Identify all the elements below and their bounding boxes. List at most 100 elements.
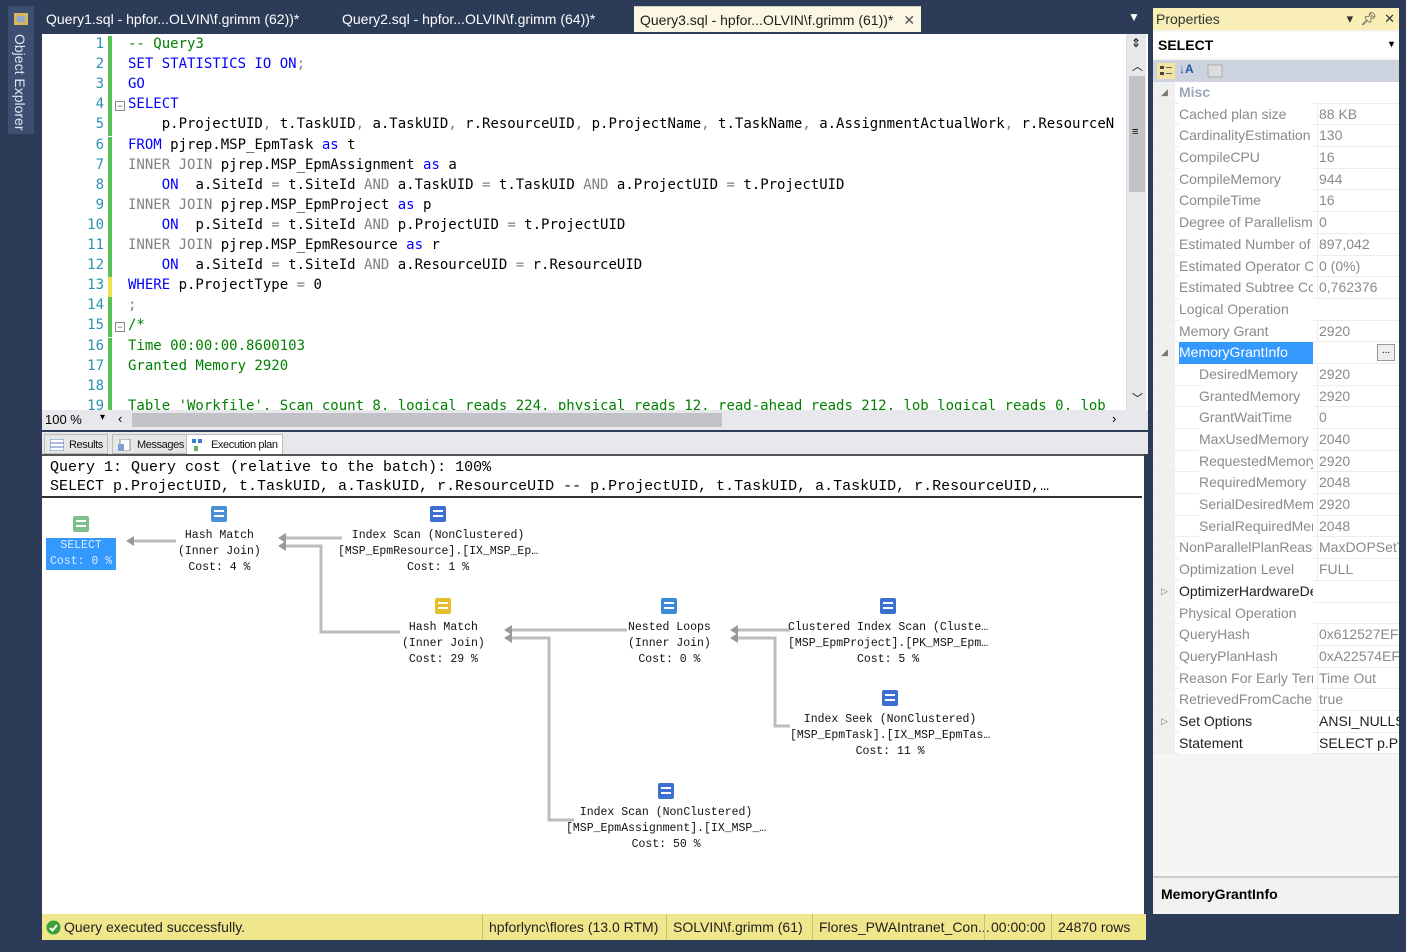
pin-icon[interactable]: 📌︎ bbox=[1360, 11, 1377, 26]
property-row[interactable]: Physical Operation bbox=[1153, 602, 1399, 625]
close-icon[interactable]: ✕ bbox=[1384, 11, 1395, 26]
property-name: QueryHash bbox=[1179, 624, 1313, 646]
property-row[interactable]: RequiredMemory 2048 bbox=[1153, 472, 1399, 495]
property-row[interactable]: StatementSELECT p.Pro bbox=[1153, 732, 1399, 755]
collapse-icon[interactable]: ◢ bbox=[1161, 342, 1168, 364]
plan-node-label: Cost: 0 % bbox=[46, 554, 117, 570]
property-row[interactable]: ◢ Misc bbox=[1153, 82, 1399, 104]
plan-node-select[interactable]: SELECT Cost: 0 % bbox=[46, 512, 117, 570]
line-number: 3 bbox=[95, 76, 104, 93]
property-row[interactable]: CompileCPU 16 bbox=[1153, 147, 1399, 169]
property-row[interactable]: ▷ Set OptionsANSI_NULLS: bbox=[1153, 710, 1399, 733]
plan-node-hash2[interactable]: Hash Match (Inner Join) Cost: 29 % bbox=[402, 594, 485, 668]
change-marker bbox=[108, 56, 112, 77]
property-row[interactable]: GrantWaitTime 0 bbox=[1153, 407, 1399, 430]
plan-node-seek-task[interactable]: Index Seek (NonClustered) [MSP_EpmTask].[… bbox=[790, 686, 990, 760]
plan-node-label: [MSP_EpmResource].[IX_MSP_Ep… bbox=[338, 545, 539, 558]
zoom-level[interactable]: 100 % bbox=[45, 412, 82, 427]
plan-node-hash1[interactable]: Hash Match (Inner Join) Cost: 4 % bbox=[178, 502, 261, 576]
plan-node-nested[interactable]: Nested Loops (Inner Join) Cost: 0 % bbox=[628, 594, 711, 668]
property-row[interactable]: CompileTime 16 bbox=[1153, 190, 1399, 213]
property-row[interactable]: RequestedMemory 2920 bbox=[1153, 450, 1399, 473]
property-row[interactable]: RetrievedFromCache true bbox=[1153, 689, 1399, 711]
property-row[interactable]: SerialRequiredMemory2048 bbox=[1153, 515, 1399, 538]
property-row[interactable]: MaxUsedMemory 2040 bbox=[1153, 429, 1399, 451]
plan-node-scan-assign[interactable]: Index Scan (NonClustered) [MSP_EpmAssignm… bbox=[566, 779, 766, 853]
property-row[interactable]: Memory Grant 2920 bbox=[1153, 320, 1399, 343]
property-row[interactable]: Logical Operation bbox=[1153, 298, 1399, 321]
code-line: INNER JOIN pjrep.MSP_EpmAssignment as a bbox=[128, 157, 457, 173]
alphabetical-sort-icon[interactable]: ↓A bbox=[1179, 62, 1194, 76]
change-marker bbox=[108, 257, 112, 278]
zoom-dropdown-icon[interactable]: ▾ bbox=[100, 412, 105, 423]
property-row[interactable]: Reason For Early TerminationTime Out bbox=[1153, 667, 1399, 690]
property-grid[interactable]: ◢ Misc Cached plan size 88 KB CardinalityEst… bbox=[1153, 82, 1399, 755]
tab-execution-plan[interactable]: Execution plan bbox=[186, 434, 283, 454]
tab-results[interactable]: Results bbox=[44, 434, 108, 454]
horizontal-scroll-thumb[interactable] bbox=[132, 413, 722, 427]
line-number: 8 bbox=[95, 176, 104, 193]
expand-icon[interactable]: ▷ bbox=[1161, 711, 1168, 733]
code-token: r bbox=[431, 237, 440, 253]
property-row[interactable]: CardinalityEstimation 130 bbox=[1153, 125, 1399, 148]
object-explorer-tab[interactable]: Object Explorer bbox=[8, 6, 34, 134]
scroll-up-icon[interactable]: ︿ bbox=[1132, 58, 1143, 74]
property-row[interactable]: Estimated Number of 897,042 bbox=[1153, 233, 1399, 256]
property-row[interactable]: QueryPlanHash0xA22574EFE bbox=[1153, 645, 1399, 668]
execution-plan-pane[interactable]: Query 1: Query cost (relative to the bat… bbox=[42, 454, 1144, 914]
property-row[interactable]: CompileMemory 944 bbox=[1153, 168, 1399, 191]
ellipsis-button[interactable]: ... bbox=[1377, 344, 1395, 362]
property-row[interactable]: GrantedMemory 2920 bbox=[1153, 385, 1399, 408]
collapse-region-icon[interactable]: − bbox=[115, 322, 125, 333]
property-row[interactable]: Estimated Operator C0 (0%) bbox=[1153, 255, 1399, 278]
collapse-region-icon[interactable]: − bbox=[115, 101, 125, 112]
tab-label: Query1.sql - hpfor...OLVIN\f.grimm (62))… bbox=[46, 11, 300, 27]
editor-vertical-scrollbar[interactable]: ⇕ ︿ ≡ ﹀ bbox=[1126, 34, 1146, 410]
property-pages-icon[interactable] bbox=[1207, 64, 1223, 78]
property-row[interactable]: Optimization Level FULL bbox=[1153, 559, 1399, 581]
property-row[interactable]: NonParallelPlanReasonMaxDOPSetToOne bbox=[1153, 537, 1399, 560]
property-name: CompileMemory bbox=[1179, 168, 1313, 191]
plan-node-scan-resource[interactable]: Index Scan (NonClustered) [MSP_EpmResourc… bbox=[338, 502, 538, 576]
line-number: 11 bbox=[87, 237, 104, 253]
sql-editor[interactable]: 1 -- Query3 2 SET STATISTICS IO ON; 3 GO 4 SELE… bbox=[42, 34, 1148, 412]
object-selector[interactable]: SELECT ▾ bbox=[1153, 32, 1399, 58]
code-token: , bbox=[355, 116, 373, 133]
tab-query2[interactable]: Query2.sql - hpfor...OLVIN\f.grimm (64))… bbox=[336, 6, 601, 32]
property-row[interactable]: ▷ OptimizerHardwareDependentProperties bbox=[1153, 580, 1399, 603]
property-row[interactable]: Estimated Subtree Cc 0,762376 bbox=[1153, 277, 1399, 299]
property-value: 2920 bbox=[1317, 363, 1399, 386]
tab-messages[interactable]: Messages bbox=[112, 434, 189, 454]
property-name: QueryPlanHash bbox=[1179, 645, 1313, 668]
scroll-right-icon[interactable]: › bbox=[1112, 411, 1116, 426]
property-row[interactable]: Degree of Parallelism 0 bbox=[1153, 212, 1399, 234]
property-name: OptimizerHardwareDependentProperties bbox=[1179, 580, 1313, 603]
split-icon[interactable]: ⇕ bbox=[1131, 36, 1141, 50]
scroll-left-icon[interactable]: ‹ bbox=[118, 411, 122, 426]
categorized-icon[interactable] bbox=[1157, 63, 1175, 79]
property-row[interactable]: DesiredMemory 2920 bbox=[1153, 363, 1399, 386]
property-value: 16 bbox=[1317, 190, 1399, 213]
properties-toolbar: ↓A bbox=[1153, 60, 1399, 82]
property-name: RequiredMemory bbox=[1199, 472, 1313, 495]
plan-node-cis-project[interactable]: Clustered Index Scan (Cluste… [MSP_EpmPro… bbox=[788, 594, 988, 668]
tab-query3[interactable]: Query3.sql - hpfor...OLVIN\f.grimm (61))… bbox=[634, 6, 922, 32]
property-row[interactable]: ◢ MemoryGrantInfo... bbox=[1153, 342, 1399, 364]
property-row[interactable]: SerialDesiredMemory2920 bbox=[1153, 494, 1399, 516]
property-row[interactable]: QueryHash 0x612527EF8 bbox=[1153, 624, 1399, 646]
plan-node-label: (Inner Join) bbox=[402, 637, 485, 650]
tab-label: Messages bbox=[137, 439, 184, 451]
tab-list-dropdown-icon[interactable]: ▼ bbox=[1128, 10, 1140, 24]
dropdown-icon[interactable]: ▾ bbox=[1347, 11, 1354, 26]
tab-query1[interactable]: Query1.sql - hpfor...OLVIN\f.grimm (62))… bbox=[40, 6, 305, 32]
close-tab-icon[interactable]: ✕ bbox=[903, 12, 915, 28]
property-name: Optimization Level bbox=[1179, 559, 1313, 581]
property-row[interactable]: Cached plan size 88 KB bbox=[1153, 103, 1399, 126]
arrow-nested-task bbox=[734, 636, 790, 728]
editor-horizontal-bar: 100 % ▾ ‹ › bbox=[42, 410, 1148, 430]
property-value: 130 bbox=[1317, 125, 1399, 148]
scroll-down-icon[interactable]: ﹀ bbox=[1132, 390, 1143, 406]
code-token: p.ProjectUID bbox=[397, 216, 508, 233]
collapse-icon[interactable]: ◢ bbox=[1161, 82, 1168, 104]
expand-icon[interactable]: ▷ bbox=[1161, 581, 1168, 603]
